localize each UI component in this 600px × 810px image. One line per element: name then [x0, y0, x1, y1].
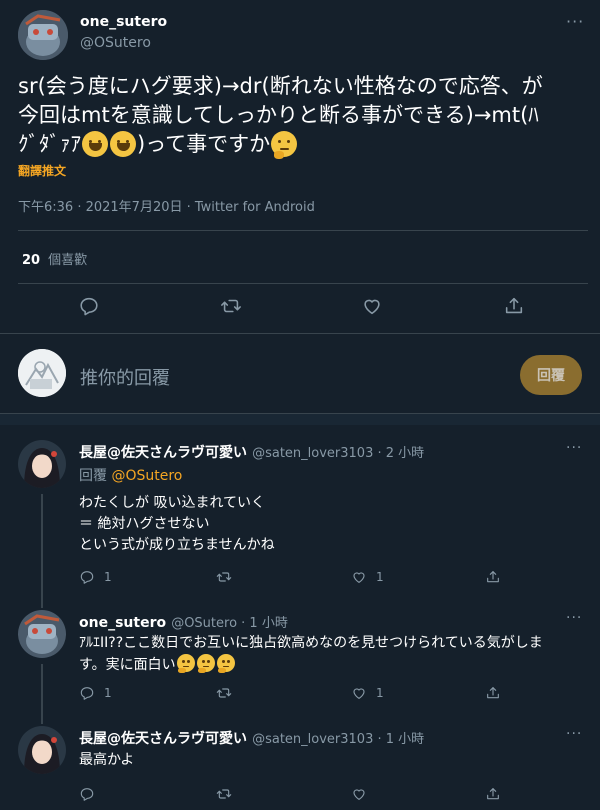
reply-action[interactable] [79, 786, 104, 802]
like-icon [353, 572, 365, 583]
author-avatar[interactable] [18, 10, 68, 60]
reply-author-handle[interactable]: @saten_lover3103 · 1 小時 [252, 732, 424, 747]
translate-tweet-link[interactable]: 翻譯推文 [18, 162, 66, 179]
like-action[interactable]: 1 [351, 569, 384, 585]
like-icon[interactable] [361, 295, 383, 321]
replying-to: 回覆 @OSutero [79, 466, 182, 487]
thread-line [41, 664, 43, 724]
like-count: 1 [376, 686, 384, 700]
reply-text: 最高かよ [79, 750, 134, 771]
tweet-text-fragment: )って事ですか [137, 132, 271, 156]
divider [0, 333, 600, 334]
reply-author-name[interactable]: one_sutero [79, 615, 166, 631]
reply-text-fragment: す。実に面白い [79, 657, 176, 673]
retweet-icon [216, 789, 232, 799]
reply-author-handle[interactable]: @OSutero · 1 小時 [171, 616, 288, 631]
retweet-action[interactable] [216, 786, 241, 802]
reply-author-name[interactable]: 長屋@佐天さんラヴ可愛い [79, 445, 247, 461]
share-action[interactable] [485, 786, 510, 802]
tweet-text-line: ｸﾞﾀﾞｧｱ )って事ですか [18, 130, 588, 160]
reply-text-line: ｱﾙｴII??ここ数日でお互いに独占欲高めなのを見せつけられている気がしま [79, 635, 543, 651]
reply-icon[interactable] [78, 295, 100, 321]
likes-label: 個喜歡 [48, 253, 88, 268]
reply-count: 1 [104, 686, 112, 700]
reply-text-line: 最高かよ [79, 752, 135, 768]
more-icon[interactable]: ··· [566, 610, 582, 626]
thinking-emoji-icon [176, 654, 195, 674]
like-icon [353, 688, 365, 699]
reply-author-handle[interactable]: @saten_lover3103 · 2 小時 [252, 446, 424, 461]
share-icon[interactable] [503, 295, 525, 321]
section-separator [0, 413, 600, 425]
grin-emoji-icon [110, 131, 136, 157]
retweet-action[interactable] [216, 685, 241, 701]
reply-header: one_sutero @OSutero · 1 小時 [79, 612, 288, 631]
reply-icon [80, 687, 94, 700]
tweet-text-line: sr(会う度にハグ要求)→dr(断れない性格なので応答、が [18, 74, 543, 98]
retweet-action[interactable] [216, 569, 241, 585]
tweet-timestamp[interactable]: 下午6:36 · 2021年7月20日 · Twitter for Androi… [18, 196, 315, 215]
reply-text: ｱﾙｴII??ここ数日でお互いに独占欲高めなのを見せつけられている気がしま す。… [79, 633, 584, 676]
reply-author-name[interactable]: 長屋@佐天さんラヴ可愛い [79, 731, 247, 747]
retweet-icon [216, 572, 232, 582]
like-icon [353, 789, 365, 800]
reply-action[interactable]: 1 [79, 569, 112, 585]
author-handle[interactable]: @OSutero [80, 35, 151, 51]
reply-avatar[interactable] [18, 610, 66, 658]
thinking-emoji-icon [196, 654, 215, 674]
author-name[interactable]: one_sutero [80, 14, 167, 30]
tweet-text: sr(会う度にハグ要求)→dr(断れない性格なので応答、が 今回はmtを意識して… [18, 72, 588, 160]
reply-text: わたくしが 吸い込まれていく ＝ 絶対ハグさせない という式が成り立ちませんかね [79, 493, 275, 556]
reply-header: 長屋@佐天さんラヴ可愛い @saten_lover3103 · 2 小時 [79, 442, 424, 462]
tweet-text-line: 今回はmtを意識してしっかりと断る事ができる)→mt(ﾊ [18, 103, 539, 127]
replying-to-handle[interactable]: @OSutero [111, 468, 182, 484]
share-icon [487, 571, 499, 583]
like-action[interactable]: 1 [351, 685, 384, 701]
reply-text-line: ＝ 絶対ハグさせない [79, 516, 210, 532]
like-action[interactable] [351, 786, 376, 802]
reply-text-line: わたくしが 吸い込まれていく [79, 495, 266, 511]
divider [18, 283, 588, 284]
likes-number: 20 [22, 253, 41, 268]
reply-avatar[interactable] [18, 440, 66, 488]
reply-icon [80, 571, 94, 584]
reply-avatar[interactable] [18, 726, 66, 774]
reply-count: 1 [104, 570, 112, 584]
thinking-emoji-icon [271, 131, 298, 160]
more-icon[interactable]: ··· [566, 726, 582, 742]
reply-text-line: す。実に面白い [79, 654, 584, 676]
divider [18, 230, 588, 231]
share-icon [487, 788, 499, 800]
tweet-text-fragment: ｸﾞﾀﾞｧｱ [18, 132, 81, 156]
reply-action[interactable]: 1 [79, 685, 112, 701]
reply-header: 長屋@佐天さんラヴ可愛い @saten_lover3103 · 1 小時 [79, 728, 424, 748]
thinking-emoji-icon [216, 654, 235, 674]
more-icon[interactable]: ··· [566, 12, 584, 31]
share-action[interactable] [485, 569, 510, 585]
likes-count[interactable]: 20 個喜歡 [22, 249, 87, 268]
retweet-icon [216, 688, 232, 698]
share-icon [487, 687, 499, 699]
user-avatar[interactable] [18, 349, 66, 397]
more-icon[interactable]: ··· [566, 440, 582, 456]
retweet-icon[interactable] [220, 295, 242, 321]
reply-icon [80, 788, 94, 801]
reply-input[interactable]: 推你的回覆 [80, 364, 170, 390]
like-count: 1 [376, 570, 384, 584]
replying-to-label: 回覆 [79, 468, 107, 484]
share-action[interactable] [485, 685, 510, 701]
thread-line [41, 494, 43, 608]
grin-emoji-icon [82, 131, 108, 157]
reply-button[interactable]: 回覆 [520, 355, 582, 395]
reply-text-line: という式が成り立ちませんかね [79, 537, 275, 553]
